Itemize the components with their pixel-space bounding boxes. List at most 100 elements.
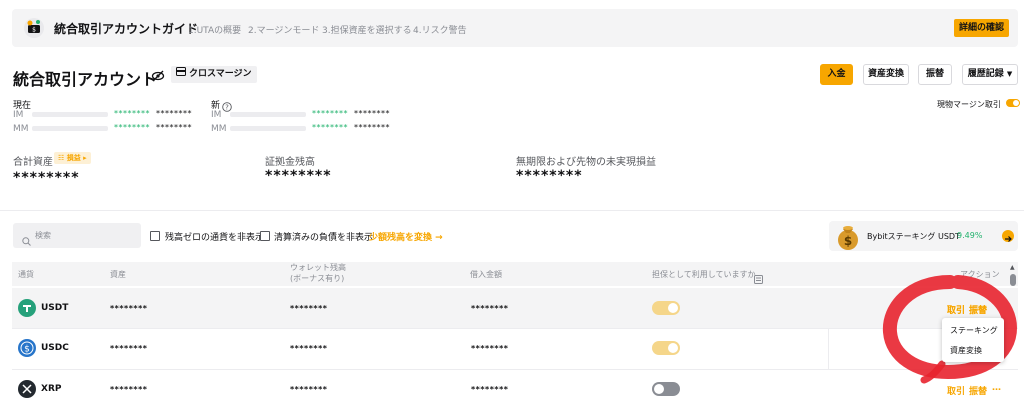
history-label: 履歴記録 [967, 69, 1004, 79]
xrp-icon [18, 380, 36, 402]
margin-mode-label: クロスマージン [189, 69, 252, 79]
search-icon [22, 231, 31, 250]
pnl-icon: ☷ [58, 154, 65, 162]
wallet-value: ******** [290, 344, 328, 353]
convert-button[interactable]: 資産変換 [863, 64, 909, 85]
total-assets-value: ******** [13, 170, 80, 186]
hide-zero-label: 残高ゼロの通貨を非表示 [165, 233, 265, 243]
table-row[interactable]: $ USDC ******** ******** ******** [12, 329, 1018, 369]
current-im-bar [32, 112, 108, 117]
svg-text:$: $ [32, 27, 36, 34]
new-im-label: IM [211, 110, 222, 120]
menu-item-convert[interactable]: 資産変換 [950, 345, 982, 356]
new-mm-bar [230, 126, 306, 131]
deposit-button[interactable]: 入金 [820, 64, 853, 85]
new-mm-total: ******** [354, 123, 390, 132]
money-bag-icon: $ [835, 221, 861, 255]
current-mm-label: MM [13, 124, 29, 134]
collateral-toggle[interactable] [652, 341, 680, 355]
hide-settled-label: 清算済みの負債を非表示 [274, 233, 374, 243]
header-wallet-line1: ウォレット残高 [290, 263, 346, 272]
trade-link-annotated[interactable]: 取引 [947, 303, 965, 316]
guide-logo-icon: $ [22, 16, 46, 40]
borrowed-value: ******** [471, 385, 509, 394]
search-input[interactable]: 検索 [13, 223, 141, 248]
search-placeholder: 検索 [35, 231, 51, 240]
margin-balance-label: 証拠金残高 [265, 157, 315, 168]
table-row[interactable]: USDT ******** ******** ******** 取引 振替 [12, 288, 1018, 328]
guide-step-2[interactable]: 2.マージンモード [248, 23, 319, 36]
current-im-total: ******** [156, 109, 192, 118]
collateral-toggle[interactable] [652, 301, 680, 315]
collateral-info-icon[interactable] [754, 269, 763, 288]
spot-margin-label: 現物マージン取引 [937, 100, 1001, 109]
convert-small-balance-link[interactable]: 少額残高を変換 → [369, 230, 443, 243]
wallet-value: ******** [290, 385, 328, 394]
new-mm-value: ******** [312, 123, 348, 132]
transfer-button[interactable]: 振替 [918, 64, 952, 85]
borrowed-value: ******** [471, 304, 509, 313]
transfer-dropdown-menu: ステーキング 資産変換 [942, 318, 1004, 362]
usdt-icon [18, 299, 36, 321]
staking-promo-card[interactable]: $ Bybitステーキング USDT 9.49% [829, 221, 1018, 251]
guide-step-4[interactable]: 4.リスク警告 [413, 23, 467, 36]
wallet-value: ******** [290, 304, 328, 313]
borrowed-value: ******** [471, 344, 509, 353]
section-divider [0, 210, 1024, 211]
arrow-right-icon[interactable] [1002, 230, 1014, 242]
svg-text:?: ? [225, 104, 229, 112]
page-title: 統合取引アカウント [13, 70, 158, 89]
header-collateral: 担保として利用していますか [652, 270, 756, 279]
new-im-total: ******** [354, 109, 390, 118]
header-assets: 資産 [110, 270, 126, 279]
eye-off-icon[interactable] [151, 68, 165, 82]
assets-value: ******** [110, 304, 148, 313]
assets-value: ******** [110, 344, 148, 353]
uta-guide-banner: $ 統合取引アカウントガイド 1.UTAの概要 2.マージンモード 3.担保資産… [12, 9, 1018, 47]
new-im-bar [230, 112, 306, 117]
transfer-link-annotated[interactable]: 振替 [969, 303, 987, 316]
svg-text:$: $ [844, 234, 852, 248]
action-column-divider [828, 329, 829, 369]
margin-mode-tag[interactable]: クロスマージン [171, 66, 257, 83]
header-borrowed: 借入金額 [470, 270, 502, 279]
unrealized-pnl-label: 無期限および先物の未実現損益 [516, 157, 656, 168]
margin-balance-value: ******** [265, 168, 332, 184]
unrealized-pnl-value: ******** [516, 168, 583, 184]
hide-settled-checkbox[interactable] [260, 231, 270, 241]
coin-name: XRP [41, 384, 62, 394]
coin-name: USDC [41, 343, 69, 353]
table-header: 通貨 資産 ウォレット残高 (ボーナス有り) 借入金額 担保として利用しています… [12, 262, 1018, 286]
table-row[interactable]: XRP ******** ******** ******** 取引 振替 … [12, 370, 1018, 410]
help-icon[interactable]: ? [222, 97, 232, 112]
coin-name: USDT [41, 303, 69, 313]
current-im-value: ******** [114, 109, 150, 118]
pnl-badge[interactable]: ☷ 損益 ▸ [54, 152, 91, 164]
current-im-label: IM [13, 110, 24, 120]
chevron-right-icon: ▸ [83, 154, 87, 162]
chevron-down-icon: ▼ [1006, 70, 1013, 78]
header-wallet-line2: (ボーナス有り) [290, 274, 345, 283]
collateral-toggle[interactable] [652, 382, 680, 396]
promo-rate: 9.49% [957, 231, 983, 240]
total-assets-label: 合計資産 [13, 157, 53, 168]
history-dropdown[interactable]: 履歴記録 ▼ [962, 64, 1018, 85]
current-mm-bar [32, 126, 108, 131]
assets-value: ******** [110, 385, 148, 394]
new-mm-label: MM [211, 124, 227, 134]
current-mm-total: ******** [156, 123, 192, 132]
pnl-badge-label: 損益 [66, 154, 81, 162]
wallet-icon [176, 66, 186, 83]
promo-text: Bybitステーキング USDT [867, 232, 960, 241]
svg-text:$: $ [24, 345, 30, 355]
menu-item-staking[interactable]: ステーキング [950, 325, 998, 336]
current-mm-value: ******** [114, 123, 150, 132]
usdc-icon: $ [18, 339, 36, 361]
guide-step-1[interactable]: 1.UTAの概要 [188, 23, 241, 36]
detail-button[interactable]: 詳細の確認 [953, 19, 1009, 37]
guide-step-3[interactable]: 3.担保資産を選択する [322, 23, 412, 36]
new-im-value: ******** [312, 109, 348, 118]
spot-margin-toggle[interactable] [1006, 99, 1020, 107]
hide-zero-checkbox[interactable] [150, 231, 160, 241]
header-coin: 通貨 [18, 270, 34, 279]
